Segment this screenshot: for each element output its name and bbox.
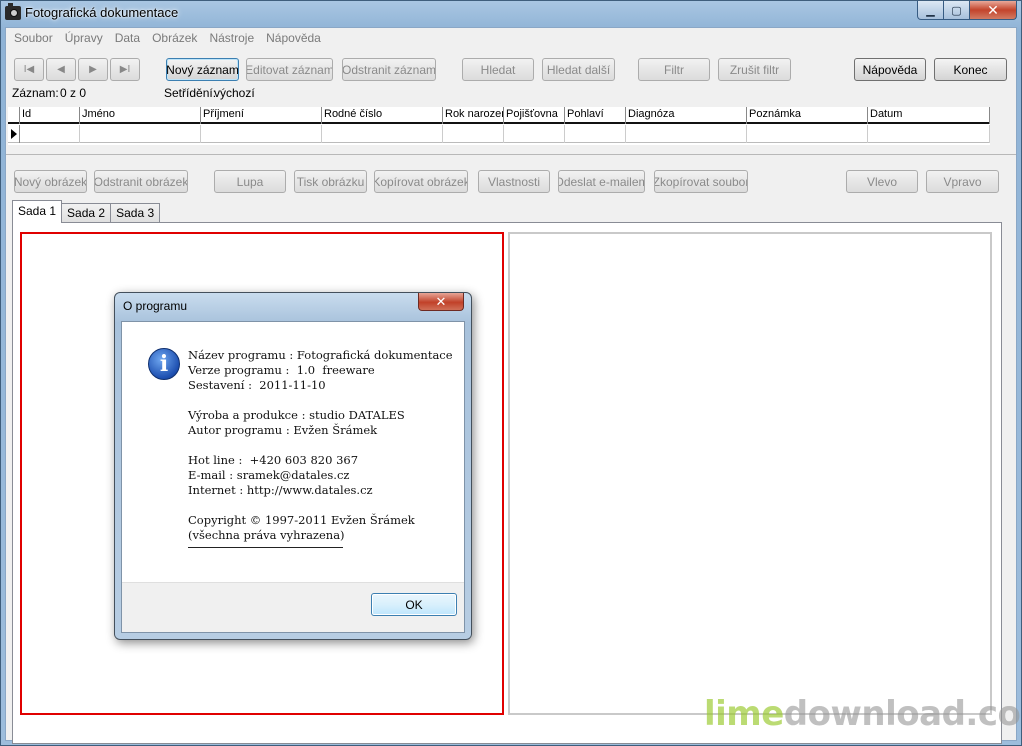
- find-next-button[interactable]: Hledat další: [542, 58, 615, 81]
- column-header-rodne-cislo[interactable]: Rodné číslo: [322, 107, 443, 124]
- program-build: Sestavení : 2011-11-10: [188, 378, 326, 392]
- column-header-pojistovna[interactable]: Pojišťovna: [504, 107, 565, 124]
- edit-record-button[interactable]: Editovat záznam: [246, 58, 333, 81]
- dialog-title: O programu: [123, 299, 188, 313]
- records-grid[interactable]: Id Jméno Příjmení Rodné číslo Rok naroze…: [8, 107, 990, 145]
- program-author: Autor programu : Evžen Šrámek: [188, 423, 378, 437]
- program-producer: Výroba a produkce : studio DATALES: [188, 408, 405, 422]
- ok-button[interactable]: OK: [371, 593, 457, 616]
- dialog-footer: OK: [122, 582, 464, 632]
- copyright: Copyright © 1997-2011 Evžen Šrámek: [188, 513, 415, 527]
- tab-sada-3[interactable]: Sada 3: [110, 203, 161, 223]
- table-row[interactable]: [8, 125, 990, 143]
- table-cell[interactable]: [868, 125, 990, 143]
- table-cell[interactable]: [626, 125, 747, 143]
- right-button[interactable]: Vpravo: [926, 170, 999, 193]
- dialog-close-button[interactable]: ✕: [418, 293, 464, 311]
- column-header-datum[interactable]: Datum: [868, 107, 990, 124]
- send-email-button[interactable]: Odeslat e-mailem: [558, 170, 645, 193]
- new-image-button[interactable]: Nový obrázek: [14, 170, 87, 193]
- table-cell[interactable]: [565, 125, 626, 143]
- menu-data[interactable]: Data: [109, 31, 146, 45]
- column-header-pohlavi[interactable]: Pohlaví: [565, 107, 626, 124]
- sort-value: výchozí: [214, 86, 255, 100]
- filter-button[interactable]: Filtr: [638, 58, 710, 81]
- column-header-jmeno[interactable]: Jméno: [80, 107, 201, 124]
- column-header-id[interactable]: Id: [20, 107, 80, 124]
- dialog-body: i Název programu : Fotografická dokument…: [121, 321, 465, 633]
- table-cell[interactable]: [20, 125, 80, 143]
- record-count: 0 z 0: [60, 86, 87, 100]
- print-image-button[interactable]: Tisk obrázku: [294, 170, 367, 193]
- rights: (všechna práva vyhrazena): [188, 528, 345, 542]
- table-cell[interactable]: [201, 125, 322, 143]
- menu-bar: Soubor Úpravy Data Obrázek Nástroje Nápo…: [6, 28, 1016, 48]
- menu-nastroje[interactable]: Nástroje: [203, 31, 260, 45]
- watermark-part-lime: lime: [704, 694, 784, 734]
- column-header-poznamka[interactable]: Poznámka: [747, 107, 868, 124]
- properties-button[interactable]: Vlastnosti: [478, 170, 550, 193]
- column-header-rok-narozeni[interactable]: Rok narozen: [443, 107, 504, 124]
- remove-image-button[interactable]: Odstranit obrázek: [94, 170, 188, 193]
- image-set-tabs: Sada 1 Sada 2 Sada 3: [12, 200, 161, 223]
- remove-record-button[interactable]: Odstranit záznam: [342, 58, 436, 81]
- menu-upravy[interactable]: Úpravy: [59, 31, 109, 45]
- next-record-button[interactable]: ▶: [78, 58, 108, 81]
- window-title: Fotografická dokumentace: [25, 5, 179, 20]
- menu-obrazek[interactable]: Obrázek: [146, 31, 203, 45]
- left-button[interactable]: Vlevo: [846, 170, 918, 193]
- table-cell[interactable]: [80, 125, 201, 143]
- camera-icon[interactable]: [5, 3, 21, 20]
- grid-header: Id Jméno Příjmení Rodné číslo Rok naroze…: [8, 107, 990, 124]
- tab-sada-1[interactable]: Sada 1: [12, 200, 63, 223]
- program-version: Verze programu : 1.0 freeware: [188, 363, 375, 377]
- grid-header-corner: [8, 107, 20, 124]
- right-image-frame[interactable]: [508, 232, 992, 715]
- help-button[interactable]: Nápověda: [854, 58, 926, 81]
- divider-line: [188, 547, 343, 548]
- about-dialog: O programu ✕ i Název programu : Fotograf…: [114, 292, 472, 640]
- title-bar[interactable]: Fotografická dokumentace ▁ ▢ ✕: [1, 1, 1021, 27]
- section-divider: [6, 154, 1016, 155]
- menu-napoveda[interactable]: Nápověda: [260, 31, 327, 45]
- maximize-button[interactable]: ▢: [943, 1, 970, 20]
- tab-sada-2[interactable]: Sada 2: [61, 203, 112, 223]
- close-button[interactable]: ✕: [969, 1, 1017, 20]
- hotline: Hot line : +420 603 820 367: [188, 453, 359, 467]
- column-header-diagnoza[interactable]: Diagnóza: [626, 107, 747, 124]
- new-record-button[interactable]: Nový záznam: [166, 58, 239, 81]
- prev-record-button[interactable]: ◀: [46, 58, 76, 81]
- table-cell[interactable]: [504, 125, 565, 143]
- copy-file-button[interactable]: Zkopírovat soubor: [654, 170, 748, 193]
- table-cell[interactable]: [443, 125, 504, 143]
- watermark-part-download: download.com: [783, 694, 1022, 734]
- copy-image-button[interactable]: Kopírovat obrázek: [374, 170, 468, 193]
- column-header-prijmeni[interactable]: Příjmení: [201, 107, 322, 124]
- exit-button[interactable]: Konec: [934, 58, 1007, 81]
- about-text: Název programu : Fotografická dokumentac…: [188, 348, 453, 548]
- menu-soubor[interactable]: Soubor: [8, 31, 59, 45]
- row-pointer-icon: [8, 125, 20, 143]
- first-record-button[interactable]: I◀: [14, 58, 44, 81]
- last-record-button[interactable]: ▶I: [110, 58, 140, 81]
- watermark-logo: limedownload.com: [704, 694, 1022, 734]
- record-label: Záznam:: [12, 86, 59, 100]
- find-button[interactable]: Hledat: [462, 58, 534, 81]
- sort-label: Setřídění:: [164, 86, 217, 100]
- cancel-filter-button[interactable]: Zrušit filtr: [718, 58, 791, 81]
- magnifier-button[interactable]: Lupa: [214, 170, 286, 193]
- info-icon: i: [148, 348, 180, 380]
- table-cell[interactable]: [747, 125, 868, 143]
- minimize-button[interactable]: ▁: [917, 1, 944, 20]
- internet: Internet : http://www.datales.cz: [188, 483, 373, 497]
- table-cell[interactable]: [322, 125, 443, 143]
- email: E-mail : sramek@datales.cz: [188, 468, 350, 482]
- program-name: Název programu : Fotografická dokumentac…: [188, 348, 453, 362]
